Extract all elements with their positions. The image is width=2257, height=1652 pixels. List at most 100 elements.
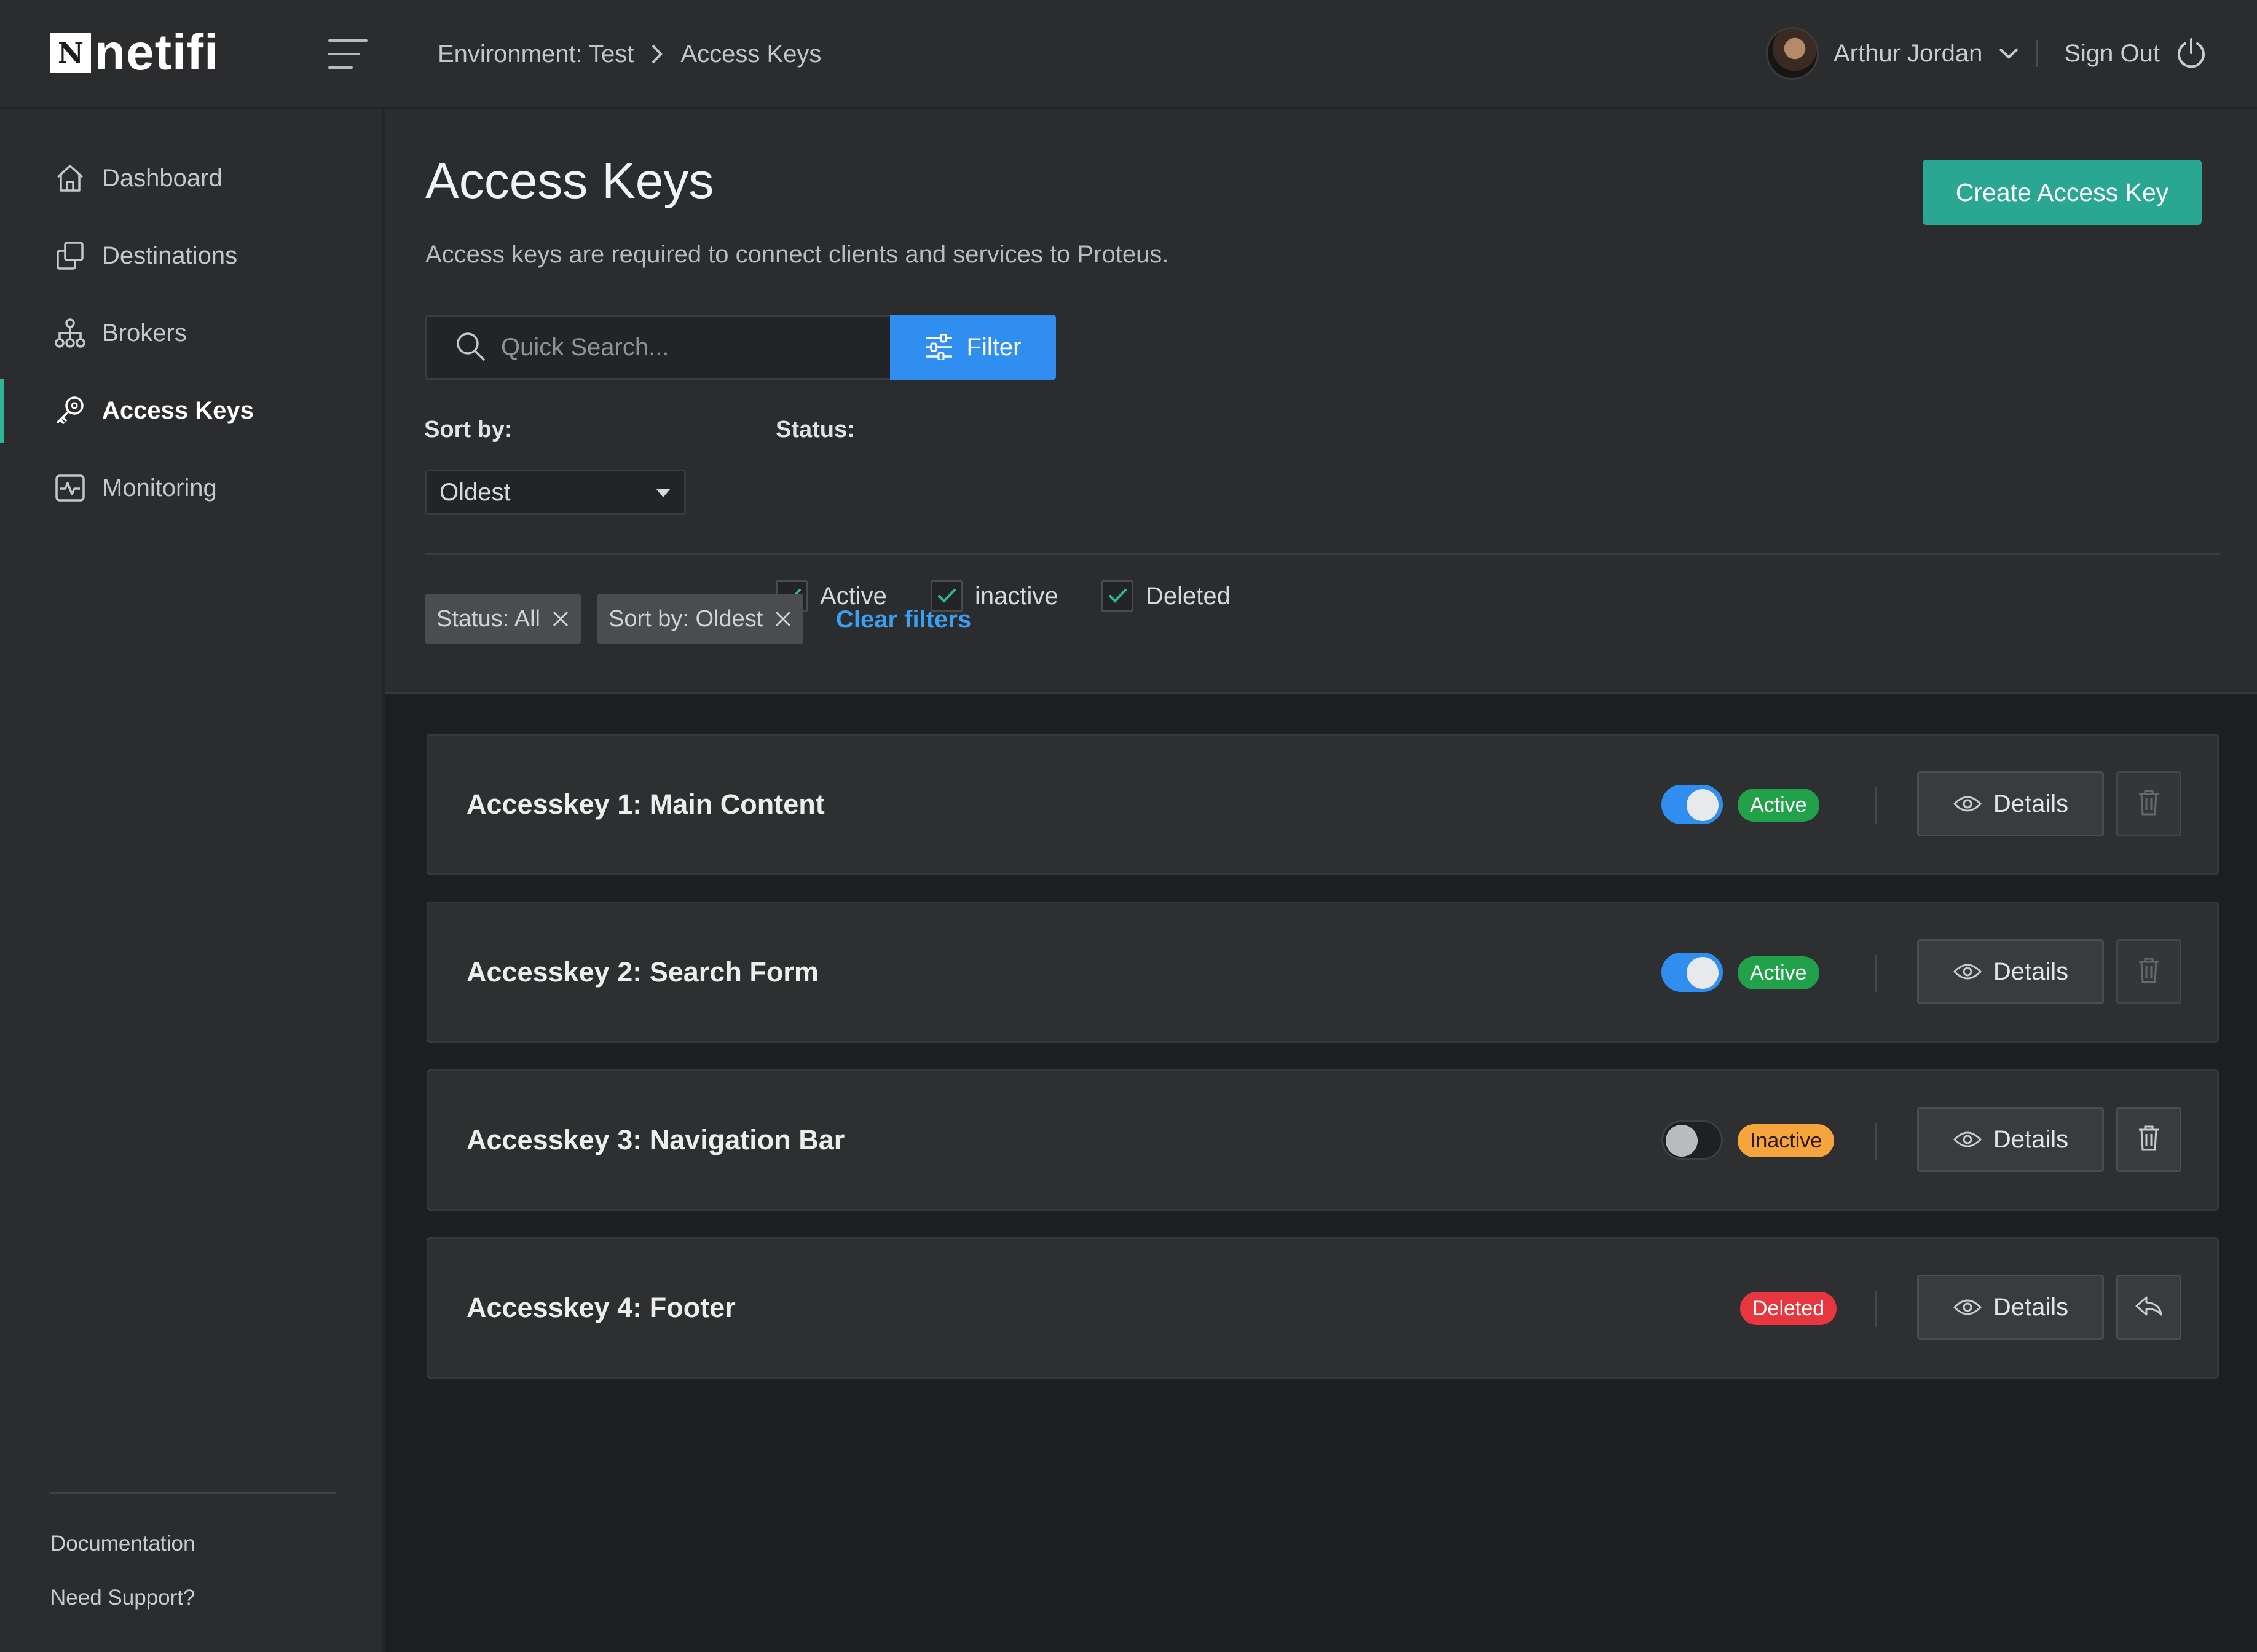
- sidebar-item-label: Destinations: [102, 242, 238, 269]
- chevron-down-icon[interactable]: [1998, 47, 2019, 60]
- sign-out-button[interactable]: Sign Out: [2064, 37, 2208, 70]
- checkbox-label: inactive: [975, 582, 1058, 610]
- chevron-right-icon: [651, 44, 663, 65]
- close-icon[interactable]: [774, 610, 792, 628]
- details-label: Details: [1993, 790, 2069, 817]
- eye-icon: [1953, 1130, 1982, 1149]
- filter-button-label: Filter: [966, 333, 1022, 361]
- status-label: Status:: [776, 417, 855, 442]
- delete-button[interactable]: [2116, 1107, 2181, 1172]
- restore-button[interactable]: [2116, 1275, 2181, 1340]
- details-label: Details: [1993, 1293, 2069, 1321]
- page-title: Access Keys: [425, 153, 714, 209]
- sidebar-divider: [50, 1492, 336, 1494]
- menu-toggle-icon[interactable]: [328, 38, 368, 70]
- breadcrumb: Environment: Test Access Keys: [438, 37, 821, 71]
- sort-select[interactable]: Oldest: [425, 470, 686, 515]
- details-button[interactable]: Details: [1917, 939, 2104, 1004]
- details-button[interactable]: Details: [1917, 1275, 2104, 1340]
- status-toggle[interactable]: [1661, 953, 1723, 992]
- toggle-knob: [1687, 789, 1719, 821]
- search-box: [425, 315, 891, 380]
- status-toggle[interactable]: [1661, 1120, 1723, 1160]
- delete-button[interactable]: [2116, 771, 2181, 836]
- details-button[interactable]: Details: [1917, 771, 2104, 836]
- access-key-name: Accesskey 1: Main Content: [467, 789, 825, 820]
- access-key-name: Accesskey 2: Search Form: [467, 956, 819, 988]
- sort-label: Sort by:: [424, 417, 513, 442]
- status-toggle[interactable]: [1661, 785, 1723, 824]
- trash-icon: [2137, 1124, 2161, 1155]
- netifi-logo[interactable]: N netifi: [50, 28, 219, 78]
- caret-down-icon: [656, 489, 671, 497]
- create-access-key-button[interactable]: Create Access Key: [1923, 160, 2202, 225]
- filter-chip-status: Status: All: [425, 594, 581, 644]
- user-name[interactable]: Arthur Jordan: [1834, 40, 1982, 68]
- chip-label: Status: All: [436, 605, 540, 632]
- chip-label: Sort by: Oldest: [609, 605, 763, 632]
- sidebar-item-dashboard[interactable]: Dashboard: [0, 146, 382, 210]
- eye-icon: [1953, 962, 1982, 981]
- check-icon: [1101, 580, 1133, 612]
- activity-icon: [53, 471, 87, 505]
- copy-icon: [53, 238, 87, 273]
- key-icon: [53, 393, 87, 428]
- user-divider: [2036, 40, 2039, 67]
- details-button[interactable]: Details: [1917, 1107, 2104, 1172]
- details-label: Details: [1993, 1125, 2069, 1153]
- row-divider: [1875, 1291, 1877, 1328]
- access-key-row: Accesskey 4: Footer Deleted Details: [427, 1237, 2219, 1379]
- eye-icon: [1953, 1297, 1982, 1317]
- row-divider: [1875, 1123, 1877, 1160]
- trash-icon: [2137, 956, 2161, 988]
- page-description: Access keys are required to connect clie…: [425, 241, 1169, 268]
- status-checkbox-deleted[interactable]: Deleted: [1101, 580, 1231, 612]
- sidebar-item-label: Brokers: [102, 319, 187, 347]
- sidebar-item-access-keys[interactable]: Access Keys: [0, 379, 382, 442]
- eye-icon: [1953, 794, 1982, 814]
- close-icon[interactable]: [551, 610, 570, 628]
- delete-button[interactable]: [2116, 939, 2181, 1004]
- network-icon: [53, 316, 87, 350]
- toggle-knob: [1687, 957, 1719, 989]
- row-divider: [1875, 787, 1877, 824]
- trash-icon: [2137, 789, 2161, 820]
- status-badge: Active: [1738, 789, 1819, 822]
- documentation-link[interactable]: Documentation: [50, 1532, 195, 1556]
- search-icon: [454, 330, 486, 365]
- filters-divider: [425, 553, 2220, 555]
- sidebar-item-destinations[interactable]: Destinations: [0, 224, 382, 288]
- sidebar-item-label: Access Keys: [102, 396, 254, 424]
- home-icon: [53, 161, 87, 195]
- restore-icon: [2134, 1294, 2164, 1321]
- sidebar-item-label: Monitoring: [102, 474, 217, 502]
- access-key-row: Accesskey 1: Main Content Active Details: [427, 734, 2219, 875]
- logo-mark: N: [50, 33, 91, 73]
- checkbox-label: Deleted: [1146, 582, 1231, 610]
- header-panel: Access Keys Access keys are required to …: [385, 109, 2257, 694]
- search-input[interactable]: [500, 332, 869, 362]
- sidebar: Dashboard Destinations Brokers Access Ke…: [0, 109, 385, 1652]
- sign-out-label: Sign Out: [2064, 39, 2160, 67]
- sidebar-item-brokers[interactable]: Brokers: [0, 301, 382, 365]
- clear-filters-link[interactable]: Clear filters: [836, 606, 971, 634]
- breadcrumb-environment[interactable]: Environment: Test: [438, 41, 634, 68]
- top-bar: N netifi Environment: Test Access Keys A…: [0, 0, 2257, 109]
- need-support-link[interactable]: Need Support?: [50, 1586, 195, 1610]
- status-badge: Active: [1738, 956, 1819, 989]
- power-icon: [2175, 37, 2208, 70]
- filter-button[interactable]: Filter: [890, 315, 1056, 380]
- status-badge: Inactive: [1738, 1124, 1835, 1157]
- status-badge: Deleted: [1740, 1292, 1837, 1325]
- sidebar-item-label: Dashboard: [102, 164, 223, 192]
- row-divider: [1875, 955, 1877, 992]
- avatar[interactable]: [1766, 27, 1819, 80]
- details-label: Details: [1993, 958, 2069, 985]
- breadcrumb-current: Access Keys: [680, 40, 822, 68]
- sidebar-item-monitoring[interactable]: Monitoring: [0, 456, 382, 520]
- toggle-knob: [1666, 1125, 1698, 1157]
- access-key-row: Accesskey 3: Navigation Bar Inactive Det…: [427, 1069, 2219, 1211]
- access-key-row: Accesskey 2: Search Form Active Details: [427, 902, 2219, 1043]
- access-key-name: Accesskey 4: Footer: [467, 1292, 736, 1323]
- access-key-name: Accesskey 3: Navigation Bar: [467, 1124, 845, 1155]
